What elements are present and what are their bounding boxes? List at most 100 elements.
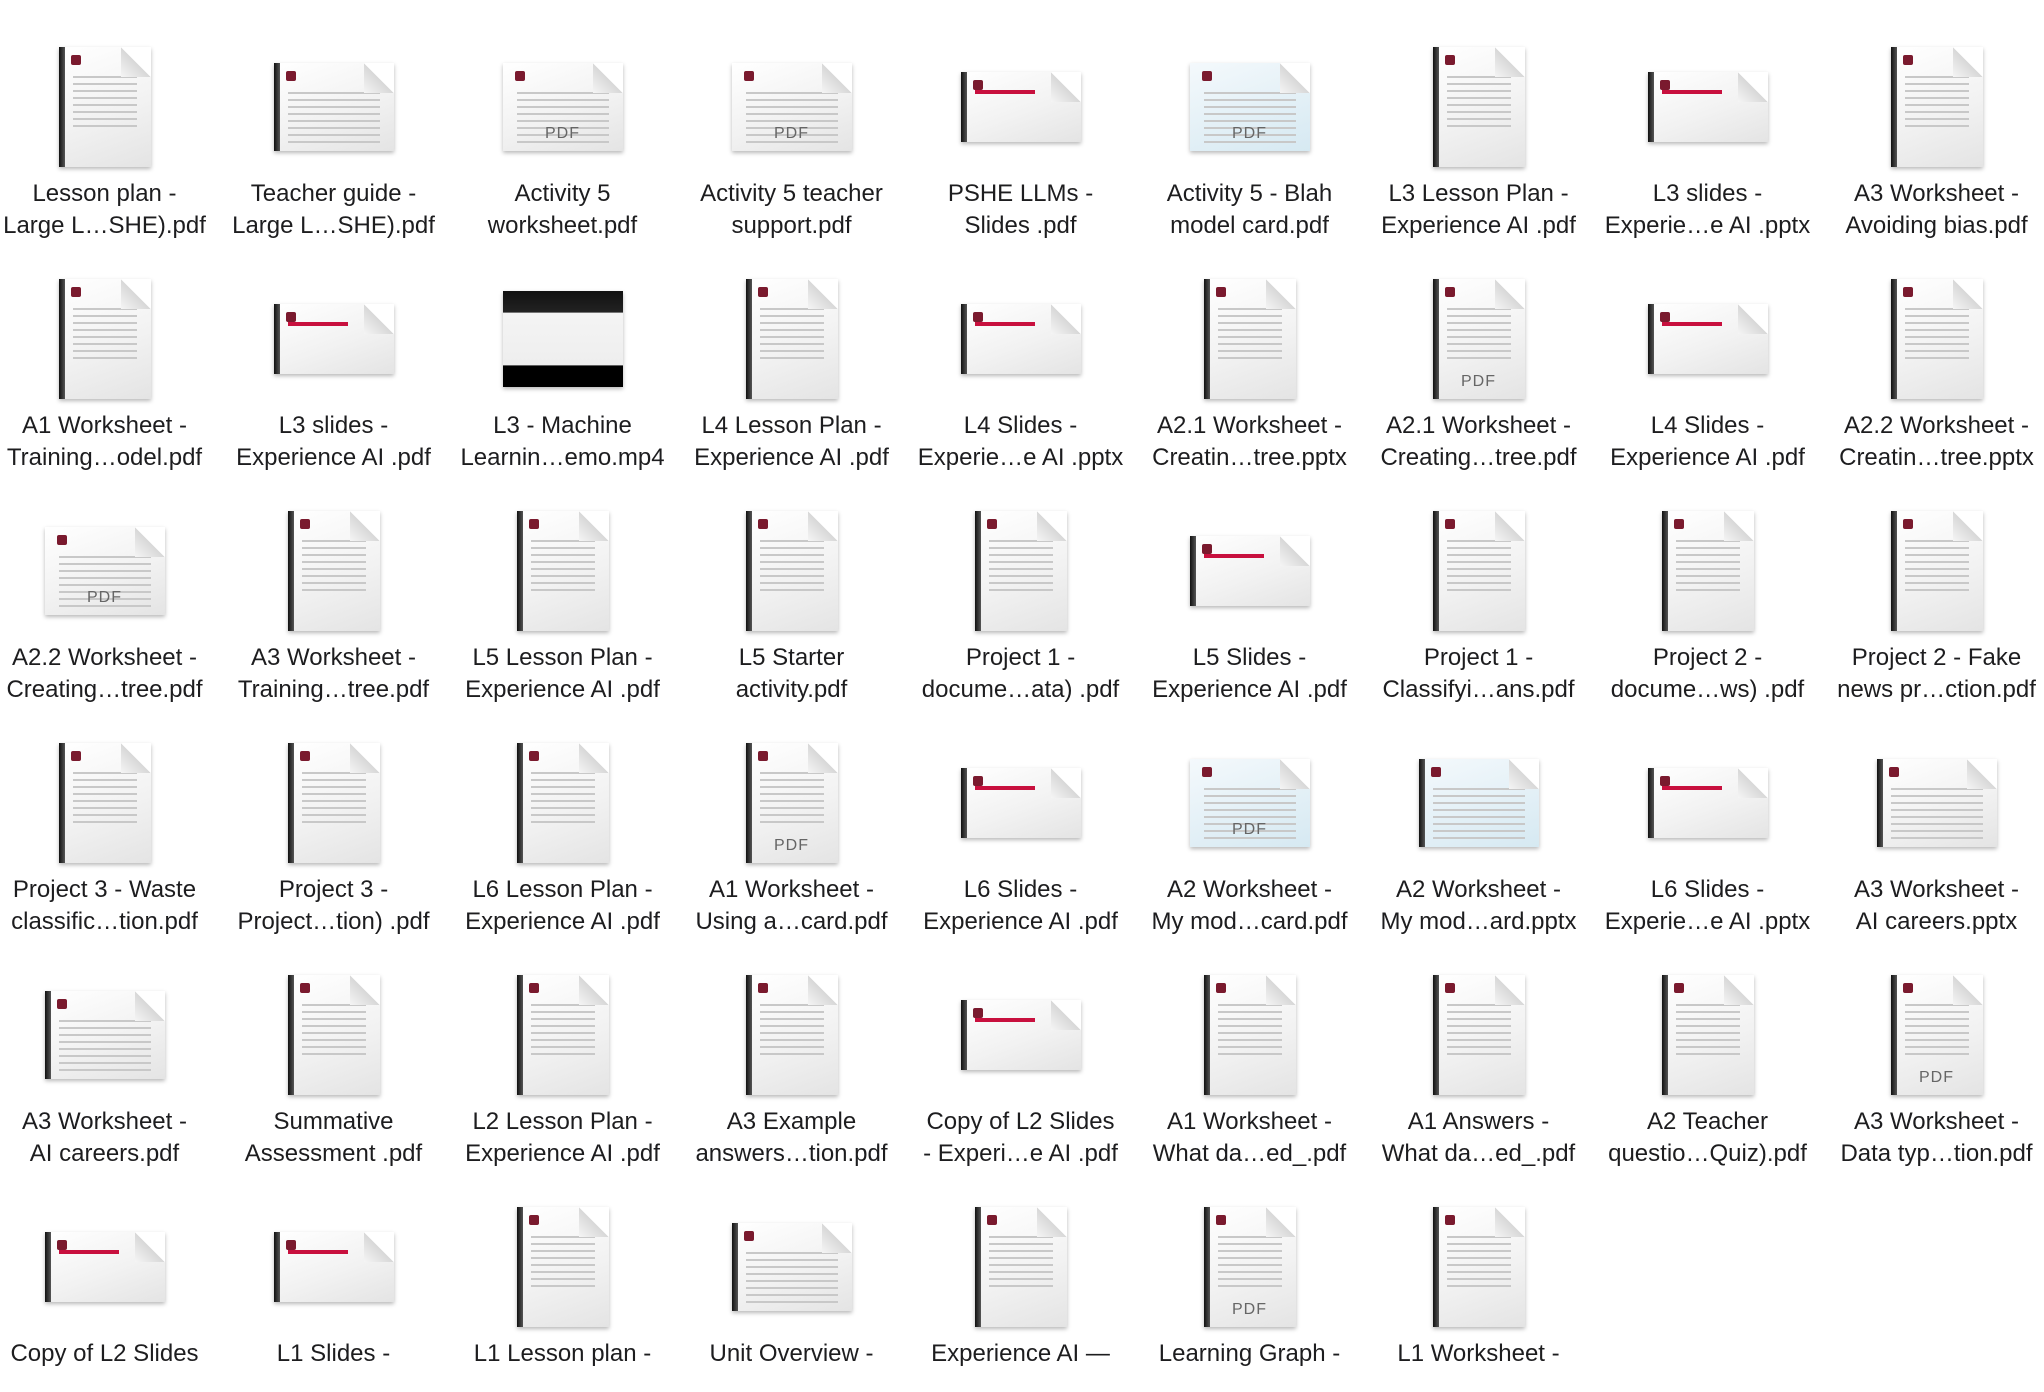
file-name[interactable]: Copy of L2 Slides: [0, 1338, 219, 1370]
file-item[interactable]: L6 Slides - Experie…e AI .pptx: [1593, 696, 1822, 935]
thumbnail[interactable]: [0, 1200, 219, 1334]
thumbnail[interactable]: PDF: [677, 736, 906, 870]
thumbnail[interactable]: PDF: [1364, 272, 1593, 406]
thumbnail[interactable]: [1593, 736, 1822, 870]
file-item[interactable]: A3 Example answers…tion.pdf: [677, 928, 906, 1167]
file-item[interactable]: Project 2 - Fake news pr…ction.pdf: [1822, 464, 2044, 703]
thumbnail[interactable]: [1593, 968, 1822, 1102]
thumbnail[interactable]: [0, 272, 219, 406]
file-item[interactable]: PDF A2.2 Worksheet - Creating…tree.pdf: [0, 464, 219, 703]
file-item[interactable]: A2.1 Worksheet - Creatin…tree.pptx: [1135, 232, 1364, 471]
thumbnail[interactable]: [1822, 40, 2044, 174]
file-item[interactable]: Copy of L2 Slides - Experi…e AI .pdf: [906, 928, 1135, 1167]
thumbnail[interactable]: [1135, 504, 1364, 638]
thumbnail[interactable]: [677, 1200, 906, 1334]
thumbnail[interactable]: [1135, 272, 1364, 406]
file-item[interactable]: Teacher guide - Large L…SHE).pdf: [219, 0, 448, 239]
file-item[interactable]: A3 Worksheet - AI careers.pptx: [1822, 696, 2044, 935]
file-item[interactable]: PDF A2 Worksheet - My mod…card.pdf: [1135, 696, 1364, 935]
file-name[interactable]: A2 Teacher questio…Quiz).pdf: [1593, 1106, 1822, 1170]
file-item[interactable]: A2.2 Worksheet - Creatin…tree.pptx: [1822, 232, 2044, 471]
file-item[interactable]: A1 Worksheet - Training…odel.pdf: [0, 232, 219, 471]
thumbnail[interactable]: [219, 968, 448, 1102]
thumbnail[interactable]: PDF: [0, 504, 219, 638]
file-item[interactable]: PDF Activity 5 worksheet.pdf: [448, 0, 677, 239]
thumbnail[interactable]: [219, 40, 448, 174]
thumbnail[interactable]: PDF: [1135, 736, 1364, 870]
file-item[interactable]: Project 3 - Project…tion) .pdf: [219, 696, 448, 935]
file-item[interactable]: A1 Answers - What da…ed_.pdf: [1364, 928, 1593, 1167]
file-item[interactable]: PDF A1 Worksheet - Using a…card.pdf: [677, 696, 906, 935]
thumbnail[interactable]: [1822, 504, 2044, 638]
file-item[interactable]: L2 Lesson Plan - Experience AI .pdf: [448, 928, 677, 1167]
file-item[interactable]: Project 2 - docume…ws) .pdf: [1593, 464, 1822, 703]
thumbnail[interactable]: PDF: [1135, 40, 1364, 174]
file-item[interactable]: L1 Lesson plan -: [448, 1160, 677, 1392]
thumbnail[interactable]: [1364, 968, 1593, 1102]
thumbnail[interactable]: [448, 504, 677, 638]
thumbnail[interactable]: PDF: [677, 40, 906, 174]
file-item[interactable]: Project 1 - docume…ata) .pdf: [906, 464, 1135, 703]
file-name[interactable]: A3 Worksheet - Data typ…tion.pdf: [1822, 1106, 2044, 1170]
thumbnail[interactable]: [1364, 736, 1593, 870]
thumbnail[interactable]: [0, 968, 219, 1102]
file-item[interactable]: L4 Slides - Experience AI .pdf: [1593, 232, 1822, 471]
file-name[interactable]: Unit Overview -: [677, 1338, 906, 1370]
file-item[interactable]: Summative Assessment .pdf: [219, 928, 448, 1167]
thumbnail[interactable]: [1822, 272, 2044, 406]
thumbnail[interactable]: [1593, 40, 1822, 174]
file-item[interactable]: PDF Activity 5 - Blah model card.pdf: [1135, 0, 1364, 239]
thumbnail[interactable]: [219, 272, 448, 406]
file-item[interactable]: L3 - Machine Learnin…emo.mp4: [448, 232, 677, 471]
thumbnail[interactable]: PDF: [448, 40, 677, 174]
file-name[interactable]: Experience AI —: [906, 1338, 1135, 1370]
file-item[interactable]: Copy of L2 Slides: [0, 1160, 219, 1392]
thumbnail[interactable]: [677, 504, 906, 638]
file-item[interactable]: L5 Lesson Plan - Experience AI .pdf: [448, 464, 677, 703]
thumbnail[interactable]: [1593, 272, 1822, 406]
thumbnail[interactable]: [906, 272, 1135, 406]
file-item[interactable]: L6 Slides - Experience AI .pdf: [906, 696, 1135, 935]
thumbnail[interactable]: [448, 1200, 677, 1334]
thumbnail[interactable]: [219, 736, 448, 870]
thumbnail[interactable]: [906, 968, 1135, 1102]
thumbnail[interactable]: [219, 1200, 448, 1334]
thumbnail[interactable]: [677, 272, 906, 406]
thumbnail[interactable]: [906, 40, 1135, 174]
file-item[interactable]: L5 Slides - Experience AI .pdf: [1135, 464, 1364, 703]
thumbnail[interactable]: [448, 968, 677, 1102]
file-name[interactable]: L1 Slides -: [219, 1338, 448, 1370]
file-name[interactable]: L1 Lesson plan -: [448, 1338, 677, 1370]
thumbnail[interactable]: [1364, 504, 1593, 638]
thumbnail[interactable]: [1135, 968, 1364, 1102]
file-item[interactable]: PDF A2.1 Worksheet - Creating…tree.pdf: [1364, 232, 1593, 471]
file-name[interactable]: L1 Worksheet -: [1364, 1338, 1593, 1370]
file-item[interactable]: PSHE LLMs - Slides .pdf: [906, 0, 1135, 239]
thumbnail[interactable]: PDF: [1135, 1200, 1364, 1334]
file-item[interactable]: Lesson plan - Large L…SHE).pdf: [0, 0, 219, 239]
file-item[interactable]: L4 Slides - Experie…e AI .pptx: [906, 232, 1135, 471]
thumbnail[interactable]: [0, 736, 219, 870]
thumbnail[interactable]: [0, 40, 219, 174]
file-item[interactable]: A2 Teacher questio…Quiz).pdf: [1593, 928, 1822, 1167]
thumbnail[interactable]: [1364, 40, 1593, 174]
thumbnail[interactable]: [906, 736, 1135, 870]
file-item[interactable]: Experience AI —: [906, 1160, 1135, 1392]
file-item[interactable]: PDF Learning Graph -: [1135, 1160, 1364, 1392]
file-item[interactable]: L1 Worksheet -: [1364, 1160, 1593, 1392]
file-item[interactable]: PDF Activity 5 teacher support.pdf: [677, 0, 906, 239]
file-item[interactable]: Unit Overview -: [677, 1160, 906, 1392]
thumbnail[interactable]: [219, 504, 448, 638]
file-item[interactable]: L3 slides - Experience AI .pdf: [219, 232, 448, 471]
thumbnail[interactable]: [448, 272, 677, 406]
file-item[interactable]: A3 Worksheet - Avoiding bias.pdf: [1822, 0, 2044, 239]
file-name[interactable]: Learning Graph -: [1135, 1338, 1364, 1370]
file-item[interactable]: L5 Starter activity.pdf: [677, 464, 906, 703]
file-item[interactable]: Project 3 - Waste classific…tion.pdf: [0, 696, 219, 935]
file-item[interactable]: Project 1 - Classifyi…ans.pdf: [1364, 464, 1593, 703]
thumbnail[interactable]: [906, 504, 1135, 638]
thumbnail[interactable]: [677, 968, 906, 1102]
thumbnail[interactable]: [906, 1200, 1135, 1334]
file-item[interactable]: A2 Worksheet - My mod…ard.pptx: [1364, 696, 1593, 935]
file-item[interactable]: PDF A3 Worksheet - Data typ…tion.pdf: [1822, 928, 2044, 1167]
